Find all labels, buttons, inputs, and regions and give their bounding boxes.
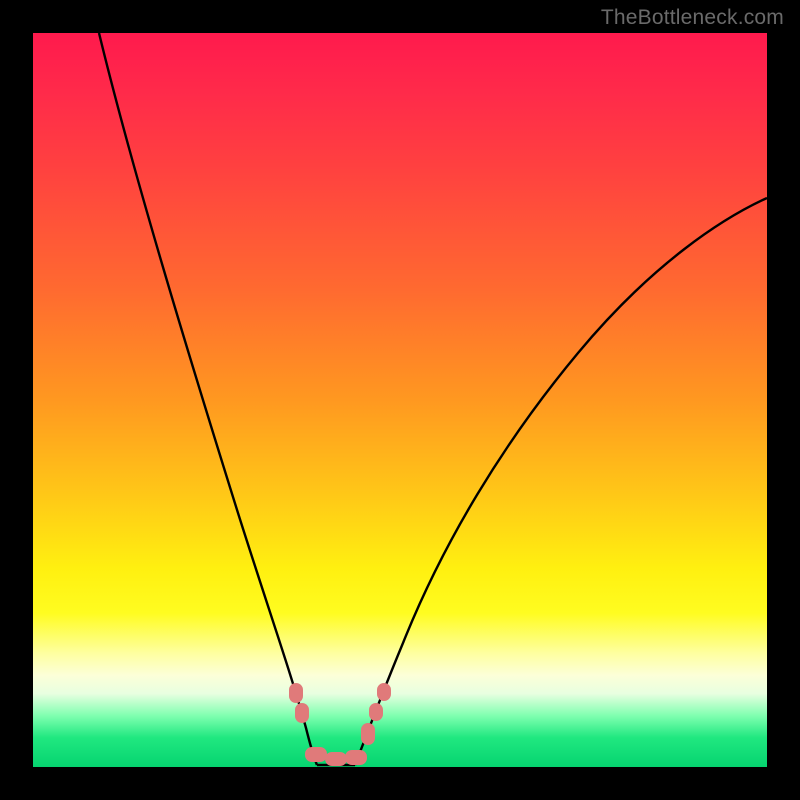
watermark-text: TheBottleneck.com — [601, 6, 784, 30]
marker-dot — [325, 752, 347, 766]
right-curve — [355, 198, 767, 765]
marker-dot — [295, 703, 309, 723]
marker-dot — [345, 750, 367, 765]
left-curve — [99, 33, 317, 765]
marker-dot — [377, 683, 391, 701]
chart-plot-area — [33, 33, 767, 767]
chart-svg — [33, 33, 767, 767]
marker-dot — [369, 703, 383, 721]
marker-dot — [289, 683, 303, 703]
chart-frame: TheBottleneck.com — [0, 0, 800, 800]
marker-dot — [361, 723, 375, 745]
marker-dot — [305, 747, 327, 762]
